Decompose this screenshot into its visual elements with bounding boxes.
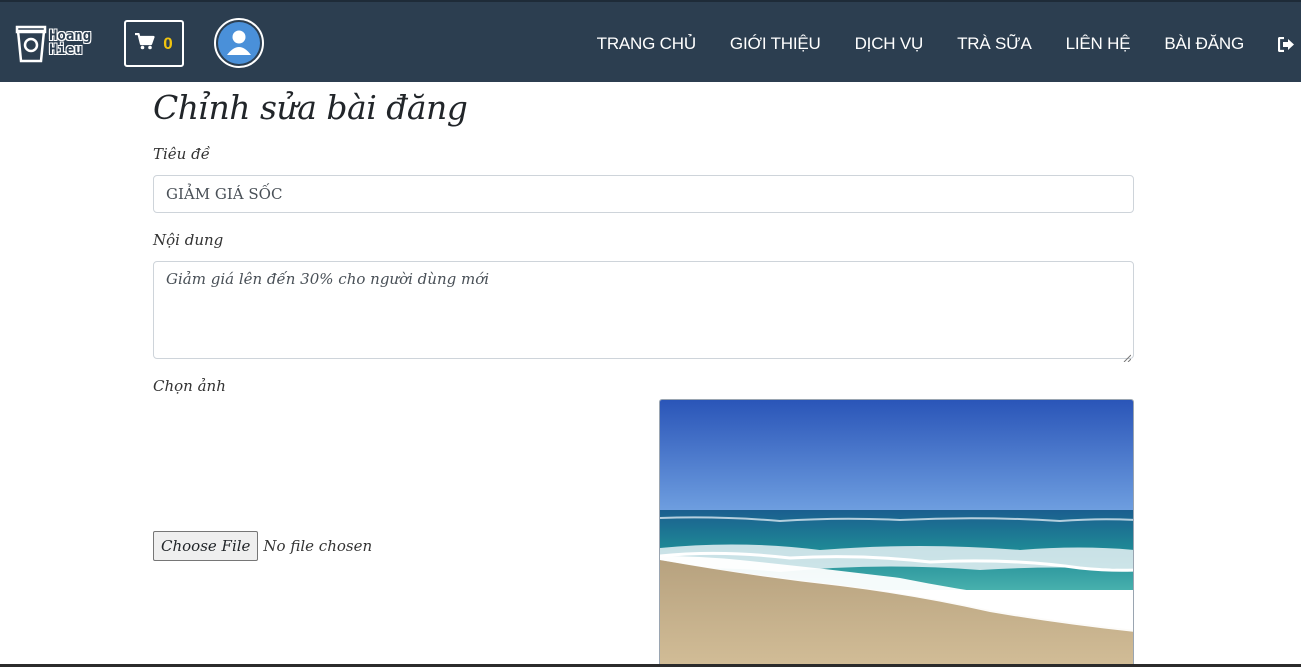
nav-item-trang-chu[interactable]: TRANG CHỦ [597,34,696,54]
content-text: Giảm giá lên đến 30% cho người dùng mới [166,270,490,288]
title-input[interactable]: GIẢM GIÁ SỐC [153,175,1134,213]
file-picker: Choose File No file chosen [153,531,372,561]
page-title: Chỉnh sửa bài đăng [153,88,468,127]
resize-handle-icon[interactable] [1123,348,1132,363]
user-avatar-icon [218,22,260,64]
cart-button[interactable]: 0 [124,20,184,67]
nav-item-dich-vu[interactable]: DỊCH VỤ [855,34,924,54]
nav-item-lien-he[interactable]: LIÊN HỆ [1066,34,1131,54]
image-label: Chọn ảnh [153,377,226,395]
nav-item-bai-dang[interactable]: BÀI ĐĂNG [1164,34,1244,54]
image-preview [659,399,1134,667]
beach-image [660,400,1133,666]
file-status: No file chosen [263,537,373,555]
title-label: Tiêu đề [153,145,210,163]
cup-logo-icon [15,25,47,63]
choose-file-button[interactable]: Choose File [153,531,259,561]
navbar: Hoang Hieu 0 TRANG CHỦ GIỚI THIỆU DỊCH V… [0,0,1301,82]
logo-text-line2: Hieu [49,42,83,58]
nav-item-tra-sua[interactable]: TRÀ SỮA [957,34,1032,54]
cart-count: 0 [163,33,173,53]
content-textarea[interactable]: Giảm giá lên đến 30% cho người dùng mới [153,261,1134,363]
logo[interactable]: Hoang Hieu [15,22,107,64]
main-nav: TRANG CHỦ GIỚI THIỆU DỊCH VỤ TRÀ SỮA LIÊ… [563,32,1301,56]
user-avatar[interactable] [214,18,264,68]
nav-item-gioi-thieu[interactable]: GIỚI THIỆU [730,34,821,54]
cart-icon [135,32,155,54]
content-label: Nội dung [153,231,224,249]
logout-icon[interactable] [1278,36,1295,52]
logo-text: Hoang Hieu [49,29,91,57]
